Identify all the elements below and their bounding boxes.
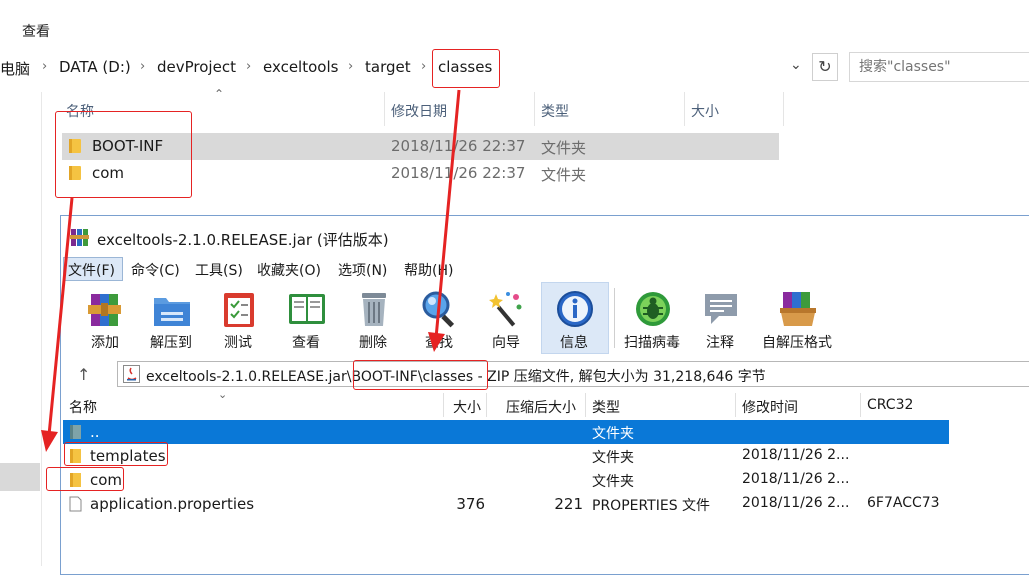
annotation-arrowhead [41,430,58,452]
annotation-arrow-classes [434,89,461,339]
annotation-arrows [41,89,461,452]
annotation-arrowhead [428,332,445,352]
annotation-arrow-folders [47,197,74,436]
